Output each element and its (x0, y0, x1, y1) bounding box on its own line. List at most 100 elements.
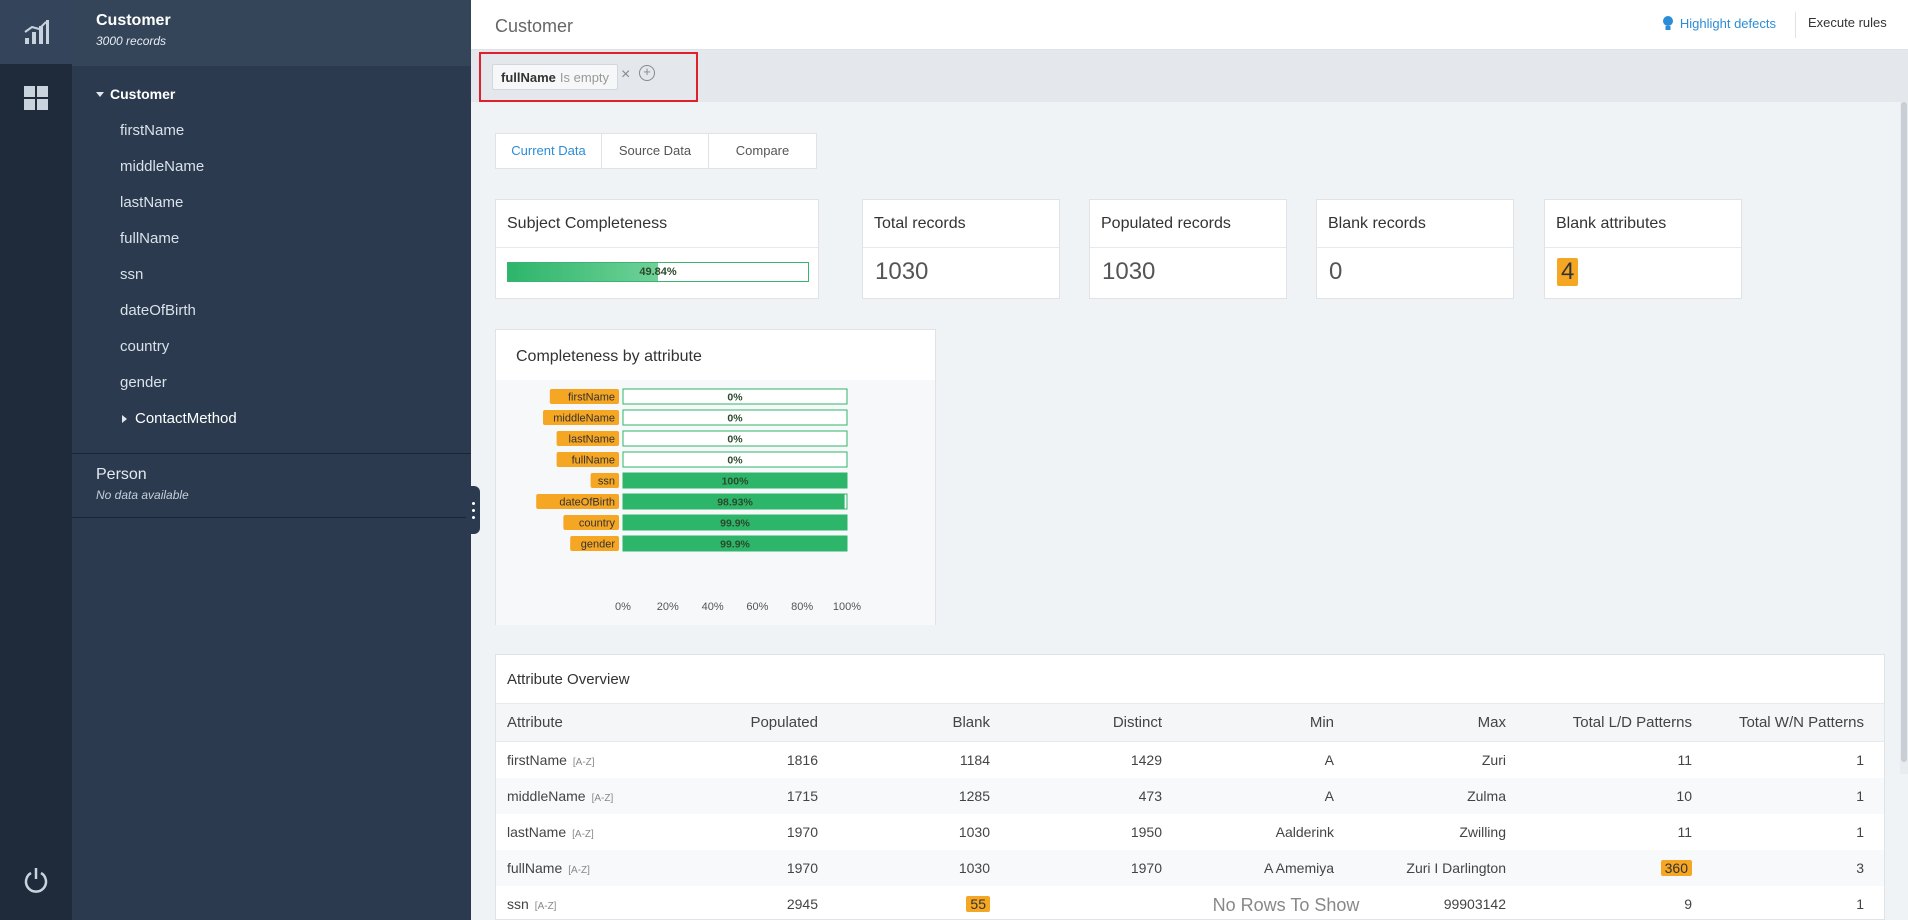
az-tag[interactable]: [A-Z] (573, 757, 595, 768)
entity-record-count: 3000 records (96, 34, 167, 48)
entity-header[interactable]: Customer 3000 records (72, 0, 471, 66)
cell-blank: 55 (826, 896, 998, 912)
sidebar-item-middlename[interactable]: middleName (120, 158, 204, 175)
category-label: middleName (553, 413, 615, 425)
cell-value: 1950 (1130, 824, 1162, 840)
cell-ld: 11 (1514, 752, 1700, 768)
column-header-attribute[interactable]: Attribute (496, 714, 696, 731)
tree-root-label: Customer (110, 86, 176, 102)
category-label: lastName (569, 434, 615, 446)
cell-attribute: firstName [A-Z] (496, 752, 696, 768)
category-label: dateOfBirth (559, 497, 615, 509)
tab-current-data[interactable]: Current Data (496, 134, 602, 168)
column-header-wn-patterns[interactable]: Total W/N Patterns (1700, 714, 1872, 731)
dashboard-nav-button[interactable] (0, 66, 72, 130)
sidebar-item-gender[interactable]: gender (120, 374, 167, 391)
blank-attributes-badge[interactable]: 4 (1557, 258, 1579, 286)
sidebar-group-contactmethod[interactable]: ContactMethod (122, 410, 237, 427)
category-label: country (579, 518, 616, 530)
sidebar-item-ssn[interactable]: ssn (120, 266, 143, 283)
cell-distinct: 1429 (998, 752, 1170, 768)
cell-value: 11 (1677, 824, 1692, 840)
cell-value[interactable]: 55 (966, 896, 990, 912)
sidebar-collapse-handle[interactable] (466, 486, 480, 534)
cell-value: A (1324, 788, 1334, 804)
cell-value: Zuri I Darlington (1406, 860, 1506, 876)
logout-button[interactable] (0, 848, 72, 912)
category-label: gender (581, 539, 616, 551)
table-row[interactable]: firstName [A-Z] 1816 1184 1429 A Zuri 11 1 (496, 742, 1884, 778)
blank-records-card: Blank records 0 (1316, 199, 1514, 299)
analytics-nav-button[interactable] (0, 0, 72, 64)
card-value: 1030 (875, 258, 929, 285)
x-tick-label: 20% (657, 601, 679, 613)
blank-attributes-card: Blank attributes 4 (1544, 199, 1742, 299)
az-tag[interactable]: [A-Z] (592, 793, 614, 804)
cell-wn: 1 (1700, 752, 1872, 768)
card-title: Total records (863, 200, 1059, 248)
sidebar-item-fullname[interactable]: fullName (120, 230, 179, 247)
plus-circle-icon[interactable]: + (639, 65, 655, 81)
az-tag[interactable]: [A-Z] (568, 865, 590, 876)
table-row[interactable]: lastName [A-Z] 1970 1030 1950 Aalderink Zwilli… (496, 814, 1884, 850)
column-header-populated[interactable]: Populated (696, 714, 826, 731)
execute-rules-button[interactable]: Execute rules (1808, 15, 1908, 30)
column-header-blank[interactable]: Blank (826, 714, 998, 731)
cell-populated: 1970 (696, 824, 826, 840)
table-title: Attribute Overview (496, 655, 1884, 704)
cell-blank: 1184 (826, 752, 998, 768)
cell-value[interactable]: 360 (1660, 860, 1692, 876)
sidebar-item-lastname[interactable]: lastName (120, 194, 183, 211)
column-header-ld-patterns[interactable]: Total L/D Patterns (1514, 714, 1700, 731)
chart-area: firstName 0% middleName 0% lastName 0% fullNam… (496, 380, 935, 625)
close-icon[interactable]: × (621, 66, 630, 84)
cell-value: 1 (1856, 788, 1864, 804)
category-label: firstName (568, 392, 615, 404)
data-label: 98.93% (717, 497, 753, 509)
attribute-overview-table: Attribute Overview Attribute Populated B… (495, 654, 1885, 920)
filter-bar: fullName Is empty × + (471, 50, 1908, 102)
populated-records-card: Populated records 1030 (1089, 199, 1287, 299)
sidebar-divider (72, 453, 471, 454)
cell-attribute: middleName [A-Z] (496, 788, 696, 804)
chart-title: Completeness by attribute (516, 348, 702, 365)
cell-value: Zuri (1481, 752, 1506, 768)
sidebar: Customer 3000 records Customer firstName… (72, 0, 471, 920)
progress-label: 49.84% (639, 266, 677, 278)
cell-attribute: lastName [A-Z] (496, 824, 696, 840)
table-row[interactable]: middleName [A-Z] 1715 1285 473 A Zulma 10 1 (496, 778, 1884, 814)
main-content: Customer Highlight defects Execute rules… (471, 0, 1908, 920)
cell-value: 9 (1684, 896, 1692, 912)
column-header-max[interactable]: Max (1342, 714, 1514, 731)
person-title: Person (96, 466, 147, 483)
tree-root-customer[interactable]: Customer (96, 86, 175, 102)
total-records-card: Total records 1030 (862, 199, 1060, 299)
filter-operator: Is empty (559, 69, 610, 85)
filter-chip[interactable]: fullName Is empty (492, 64, 619, 90)
sidebar-item-firstname[interactable]: firstName (120, 122, 184, 139)
table-row[interactable]: fullName [A-Z] 1970 1030 1970 A Amemiya Zuri I… (496, 850, 1884, 886)
cell-value: Zwilling (1459, 824, 1506, 840)
column-header-min[interactable]: Min (1170, 714, 1342, 731)
az-tag[interactable]: [A-Z] (535, 901, 557, 912)
entity-person[interactable]: Person No data available (96, 466, 189, 502)
highlight-defects-button[interactable]: Highlight defects (1662, 15, 1776, 31)
no-rows-overlay: No Rows To Show (1136, 889, 1436, 919)
cell-value: A Amemiya (1263, 860, 1334, 876)
cell-min: A (1170, 788, 1342, 804)
scrollbar-thumb[interactable] (1901, 102, 1907, 762)
tab-compare[interactable]: Compare (709, 134, 816, 168)
tab-source-data[interactable]: Source Data (602, 134, 709, 168)
data-label: 0% (727, 455, 743, 467)
filter-field: fullName (501, 69, 556, 85)
column-header-distinct[interactable]: Distinct (998, 714, 1170, 731)
top-bar: Customer Highlight defects Execute rules (471, 0, 1908, 50)
x-tick-label: 60% (746, 601, 768, 613)
cell-value: 1970 (1130, 860, 1162, 876)
cell-wn: 1 (1700, 788, 1872, 804)
sidebar-item-country[interactable]: country (120, 338, 169, 355)
person-subtitle: No data available (96, 488, 189, 502)
az-tag[interactable]: [A-Z] (572, 829, 594, 840)
grid-icon (24, 86, 48, 110)
sidebar-item-dateofbirth[interactable]: dateOfBirth (120, 302, 196, 319)
